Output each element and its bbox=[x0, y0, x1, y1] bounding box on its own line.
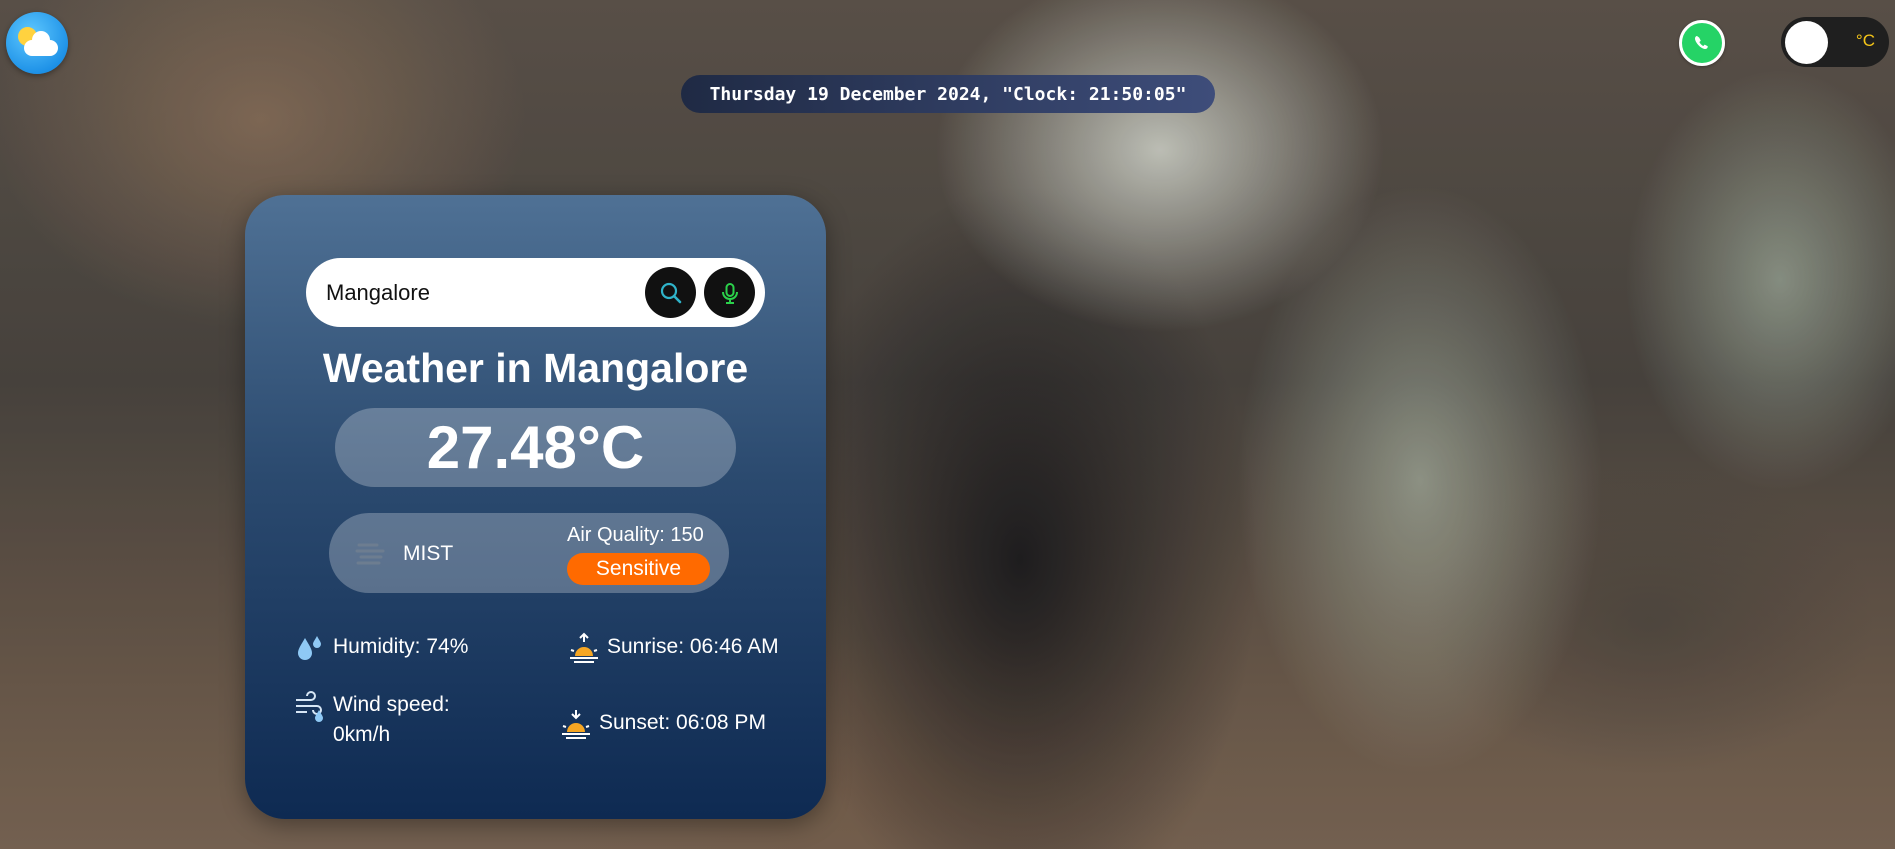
humidity-stat: Humidity: 74% bbox=[293, 632, 468, 666]
sunrise-stat: Sunrise: 06:46 AM bbox=[567, 632, 779, 666]
air-quality-badge: Sensitive bbox=[567, 553, 710, 585]
condition-panel: MIST Air Quality: 150 Sensitive bbox=[329, 513, 729, 593]
toggle-knob[interactable] bbox=[1785, 21, 1828, 64]
temperature-value: 27.48°C bbox=[426, 414, 645, 481]
voice-search-button[interactable] bbox=[704, 267, 755, 318]
sunset-icon bbox=[562, 710, 590, 739]
condition-label: MIST bbox=[403, 542, 454, 565]
air-quality-value: Air Quality: 150 bbox=[567, 524, 704, 546]
unit-toggle[interactable]: °C bbox=[1781, 17, 1889, 67]
humidity-icon bbox=[298, 636, 321, 660]
weather-card: Weather in Mangalore 27.48°C MIST Air Qu… bbox=[245, 195, 826, 819]
wind-label: Wind speed: 0km/h bbox=[333, 690, 450, 750]
search-button[interactable] bbox=[645, 267, 696, 318]
weather-title: Weather in Mangalore bbox=[322, 345, 749, 391]
unit-label: °C bbox=[1855, 31, 1875, 50]
search-icon bbox=[660, 282, 681, 303]
wind-label-line1: Wind speed: bbox=[333, 693, 450, 716]
datetime-clock: Thursday 19 December 2024, "Clock: 21:50… bbox=[681, 75, 1215, 113]
sunrise-icon bbox=[570, 632, 598, 663]
wind-icon bbox=[296, 691, 323, 722]
cloud-icon bbox=[24, 31, 58, 56]
sunset-label: Sunset: 06:08 PM bbox=[599, 711, 766, 734]
wind-stat: Wind speed: 0km/h bbox=[293, 690, 493, 750]
microphone-icon bbox=[721, 282, 738, 304]
weather-logo-icon[interactable] bbox=[6, 12, 68, 74]
whatsapp-icon[interactable] bbox=[1679, 20, 1725, 66]
city-search-input[interactable] bbox=[326, 275, 626, 311]
mist-icon bbox=[355, 543, 385, 565]
sunset-stat: Sunset: 06:08 PM bbox=[559, 708, 766, 742]
search-bar bbox=[306, 258, 765, 327]
sunrise-label: Sunrise: 06:46 AM bbox=[607, 635, 779, 658]
wind-label-line2: 0km/h bbox=[333, 723, 391, 746]
humidity-label: Humidity: 74% bbox=[333, 635, 469, 658]
temperature-panel: 27.48°C bbox=[335, 408, 736, 487]
